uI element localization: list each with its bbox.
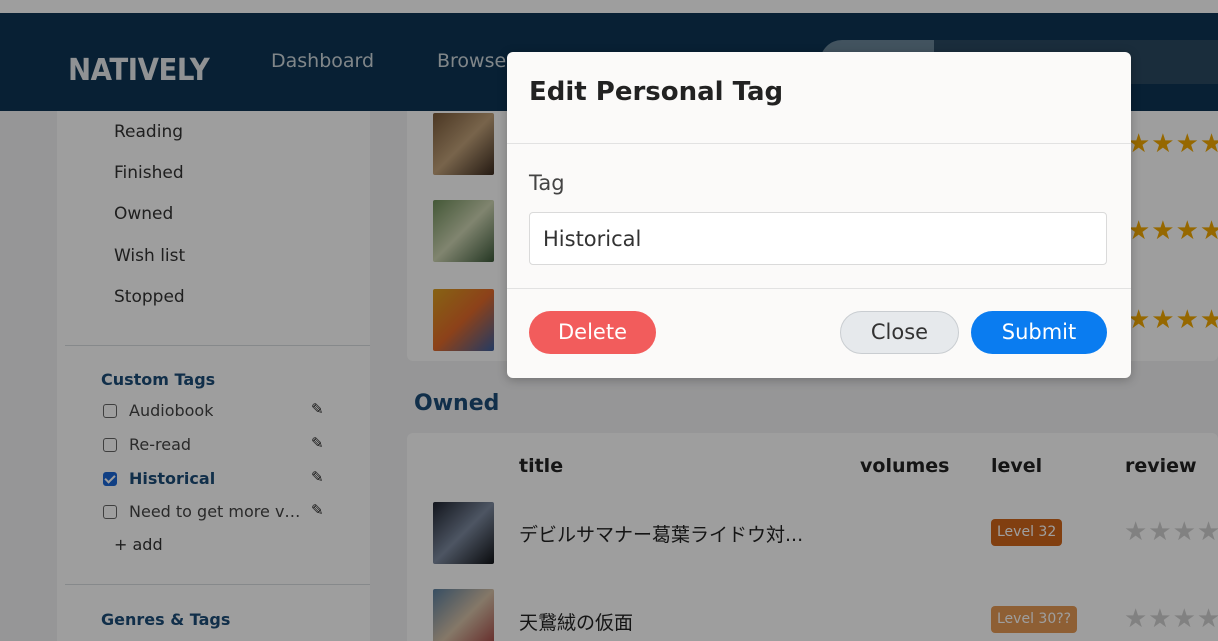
delete-button[interactable]: Delete (529, 311, 656, 354)
tag-input[interactable] (529, 212, 1107, 265)
submit-button[interactable]: Submit (971, 311, 1107, 354)
modal-title: Edit Personal Tag (529, 77, 784, 107)
edit-tag-modal: Edit Personal Tag Tag Delete Close Submi… (507, 52, 1131, 378)
tag-field-label: Tag (529, 171, 565, 195)
modal-divider (507, 288, 1131, 289)
modal-divider (507, 143, 1131, 144)
close-button[interactable]: Close (840, 311, 959, 354)
